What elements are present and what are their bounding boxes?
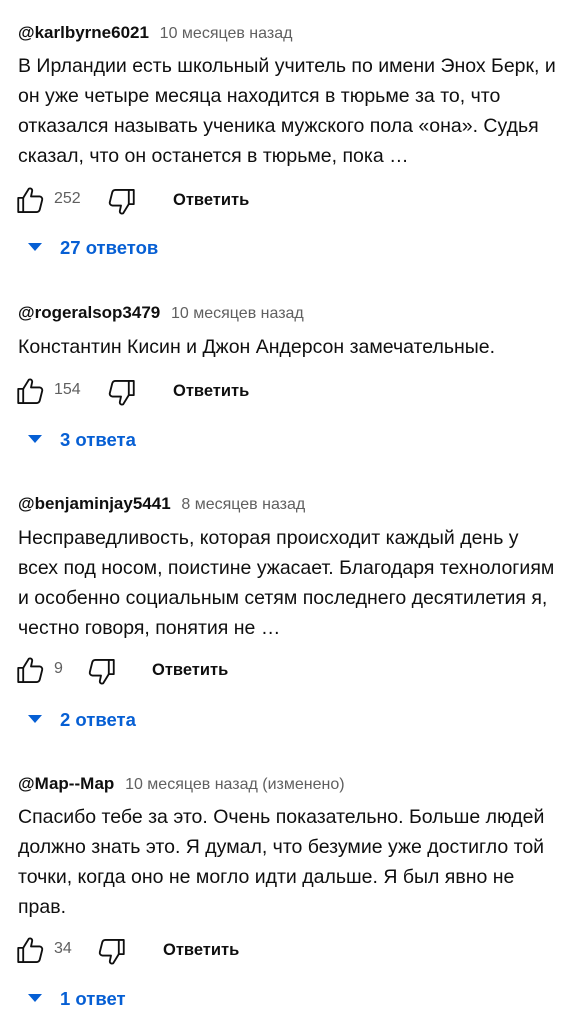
- comment-timestamp[interactable]: 10 месяцев назад: [171, 305, 304, 322]
- like-icon[interactable]: [14, 933, 48, 967]
- dislike-icon[interactable]: [94, 935, 128, 969]
- chevron-down-icon: [28, 243, 42, 252]
- like-icon[interactable]: [14, 374, 48, 408]
- dislike-icon[interactable]: [104, 376, 138, 410]
- like-count: 9: [54, 660, 63, 677]
- reply-button[interactable]: Ответить: [173, 190, 249, 210]
- like-count: 34: [54, 940, 72, 957]
- chevron-down-icon: [28, 994, 42, 1003]
- comment-actions: 34 Ответить: [0, 930, 570, 970]
- view-replies-button[interactable]: 1 ответ: [28, 984, 126, 1014]
- replies-count-label: 2 ответа: [60, 709, 136, 730]
- comment-author[interactable]: @Мар--Мар: [18, 774, 114, 793]
- comment-actions: 9 Ответить: [0, 650, 570, 690]
- comment-header: @karlbyrne6021 10 месяцев назад: [18, 22, 292, 45]
- replies-count-label: 3 ответа: [60, 429, 136, 450]
- like-icon[interactable]: [14, 653, 48, 687]
- reply-button[interactable]: Ответить: [173, 381, 249, 401]
- comment-text: Спасибо тебе за это. Очень показательно.…: [18, 806, 545, 918]
- view-replies-button[interactable]: 3 ответа: [28, 425, 136, 455]
- comment-timestamp[interactable]: 10 месяцев назад (изменено): [125, 776, 345, 793]
- like-count: 252: [54, 190, 81, 207]
- dislike-icon[interactable]: [104, 185, 138, 219]
- view-replies-button[interactable]: 27 ответов: [28, 233, 158, 263]
- comment-header: @benjaminjay5441 8 месяцев назад: [18, 493, 305, 516]
- chevron-down-icon: [28, 435, 42, 444]
- reply-button[interactable]: Ответить: [152, 660, 228, 680]
- comment-text: Константин Кисин и Джон Андерсон замечат…: [18, 336, 496, 358]
- comment-timestamp[interactable]: 10 месяцев назад: [160, 25, 293, 42]
- dislike-icon[interactable]: [84, 655, 118, 689]
- reply-button[interactable]: Ответить: [163, 940, 239, 960]
- comment-header: @rogeralsop3479 10 месяцев назад: [18, 302, 304, 325]
- replies-count-label: 27 ответов: [60, 237, 159, 258]
- comment-text: В Ирландии есть школьный учитель по имен…: [18, 55, 556, 167]
- like-count: 154: [54, 381, 81, 398]
- comment-text: Несправедливость, которая происходит каж…: [18, 527, 555, 639]
- comment-timestamp[interactable]: 8 месяцев назад: [181, 496, 305, 513]
- view-replies-button[interactable]: 2 ответа: [28, 705, 136, 735]
- comment-actions: 252 Ответить: [0, 180, 570, 220]
- comment-author[interactable]: @karlbyrne6021: [18, 23, 149, 42]
- like-icon[interactable]: [14, 183, 48, 217]
- comment-actions: 154 Ответить: [0, 371, 570, 411]
- comment-author[interactable]: @rogeralsop3479: [18, 303, 160, 322]
- comment-header: @Мар--Мар 10 месяцев назад (изменено): [18, 773, 345, 796]
- comment-author[interactable]: @benjaminjay5441: [18, 494, 171, 513]
- replies-count-label: 1 ответ: [60, 988, 126, 1009]
- chevron-down-icon: [28, 715, 42, 724]
